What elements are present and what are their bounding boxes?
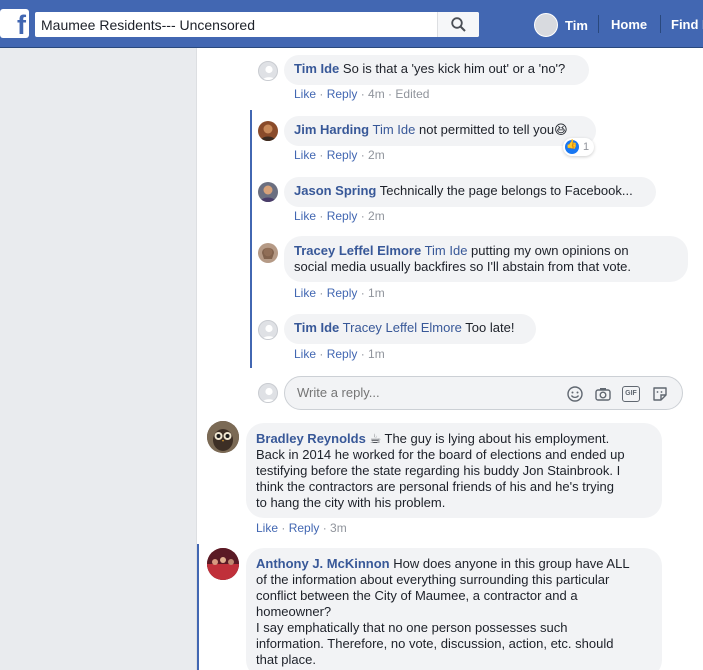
comment-text: putting my own opinions on [471,243,629,258]
comments-panel: Tim Ide So is that a 'yes kick him out' … [196,48,703,670]
reply-link[interactable]: Reply [327,148,358,162]
comment-author[interactable]: Jim Harding [294,122,369,137]
reply-link[interactable]: Reply [327,209,358,223]
edited-label[interactable]: Edited [395,87,429,101]
comment-time[interactable]: 1m [368,286,385,300]
avatar [258,383,278,403]
comment-mention[interactable]: Tim Ide [373,122,416,137]
comment-author[interactable]: Tracey Leffel Elmore [294,243,421,258]
author-badge-icon: ☕ [369,431,382,446]
comment-text: Too late! [465,320,515,335]
comment-actions: Like · Reply · 3m [256,521,347,535]
comment-actions: Like · Reply · 4m · Edited [294,87,430,101]
like-link[interactable]: Like [294,347,316,361]
avatar[interactable] [207,548,239,580]
comment-mention[interactable]: Tim Ide [425,243,468,258]
reaction-badge[interactable]: 1 [563,138,595,156]
comment-text: that place. [256,652,316,667]
reply-link[interactable]: Reply [327,87,358,101]
avatar[interactable] [258,320,278,340]
reply-link[interactable]: Reply [327,286,358,300]
comment-text: So is that a 'yes kick him out' or a 'no… [342,61,566,76]
comment-bubble: Tracey Leffel Elmore Tim Ide putting my … [284,236,688,282]
avatar[interactable] [258,182,278,202]
nav-find-friends-link[interactable]: Find F [671,17,703,32]
nav-divider [598,15,599,33]
camera-icon[interactable] [594,385,612,403]
avatar[interactable] [258,121,278,141]
reply-input[interactable] [297,385,557,400]
facebook-logo-icon[interactable]: f [0,9,29,38]
reply-link[interactable]: Reply [289,521,320,535]
comment-author[interactable]: Jason Spring [294,183,376,198]
avatar[interactable] [207,421,239,453]
avatar[interactable] [258,243,278,263]
reply-thread-line [250,110,252,368]
reaction-count: 1 [583,141,590,153]
comment-author[interactable]: Bradley Reynolds [256,431,366,446]
comment-text: Technically the page belongs to Facebook… [379,183,633,198]
reply-box: GIF [284,376,683,410]
comment-actions: Like · Reply · 1m [294,286,385,300]
nav-divider [660,15,661,33]
comment-bubble: Jason Spring Technically the page belong… [284,177,656,207]
search-icon [451,17,466,32]
comment-actions: Like · Reply · 2m [294,148,385,162]
like-link[interactable]: Like [294,87,316,101]
like-link[interactable]: Like [294,286,316,300]
comment-time[interactable]: 2m [368,209,385,223]
comment-text: information. Therefore, no vote, discuss… [256,636,614,651]
comment-time[interactable]: 3m [330,521,347,535]
comment-author[interactable]: Tim Ide [294,320,339,335]
sticker-icon[interactable] [651,385,669,403]
nav-home-link[interactable]: Home [611,17,647,32]
comment-bubble: Tim Ide Tracey Leffel Elmore Too late! [284,314,536,344]
comment-mention[interactable]: Tracey Leffel Elmore [343,320,462,335]
profile-link[interactable]: Tim [534,12,588,38]
like-link[interactable]: Like [256,521,278,535]
search-input[interactable] [35,12,435,37]
left-rail [0,48,196,670]
like-reaction-icon [565,139,579,154]
comment-time[interactable]: 2m [368,148,385,162]
search-button[interactable] [437,12,479,37]
comment-text: conflict between the City of Maumee, a c… [256,588,578,603]
comment-text: of the information about everything surr… [256,572,610,587]
comment-author[interactable]: Tim Ide [294,61,339,76]
comment-time[interactable]: 1m [368,347,385,361]
comment-text: The guy is lying about his employment. [384,431,610,446]
avatar[interactable] [258,61,278,81]
like-link[interactable]: Like [294,148,316,162]
comment-actions: Like · Reply · 1m [294,347,385,361]
comment-text: social media usually backfires so I'll a… [294,259,632,274]
comment-bubble: Bradley Reynolds ☕ The guy is lying abou… [246,423,662,518]
emoji-icon[interactable] [566,385,584,403]
comment-bubble: Jim Harding Tim Ide not permitted to tel… [284,116,596,146]
comment-bubble: Tim Ide So is that a 'yes kick him out' … [284,55,589,85]
comment-text: homeowner? [256,604,332,619]
comment-actions: Like · Reply · 2m [294,209,385,223]
like-link[interactable]: Like [294,209,316,223]
comment-text: I say emphatically that no one person po… [256,620,568,635]
top-navigation-bar: f Tim Home Find F [0,0,703,48]
comment-text: think the contractors are personal frien… [256,479,615,494]
comment-text: not permitted to tell you😆 [419,122,568,137]
comment-author[interactable]: Anthony J. McKinnon [256,556,390,571]
profile-name: Tim [565,17,588,33]
reply-thread-line [197,544,199,670]
gif-icon[interactable]: GIF [622,386,640,402]
comment-time[interactable]: 4m [368,87,385,101]
comment-text: How does anyone in this group have ALL [393,556,630,571]
comment-text: Back in 2014 he worked for the board of … [256,447,625,462]
comment-text: to hang the city with his problem. [256,495,446,510]
comment-text: testifying before the state regarding hi… [256,463,621,478]
reply-link[interactable]: Reply [327,347,358,361]
avatar [534,13,558,37]
comment-bubble: Anthony J. McKinnon How does anyone in t… [246,548,662,670]
search-bar [35,12,479,37]
